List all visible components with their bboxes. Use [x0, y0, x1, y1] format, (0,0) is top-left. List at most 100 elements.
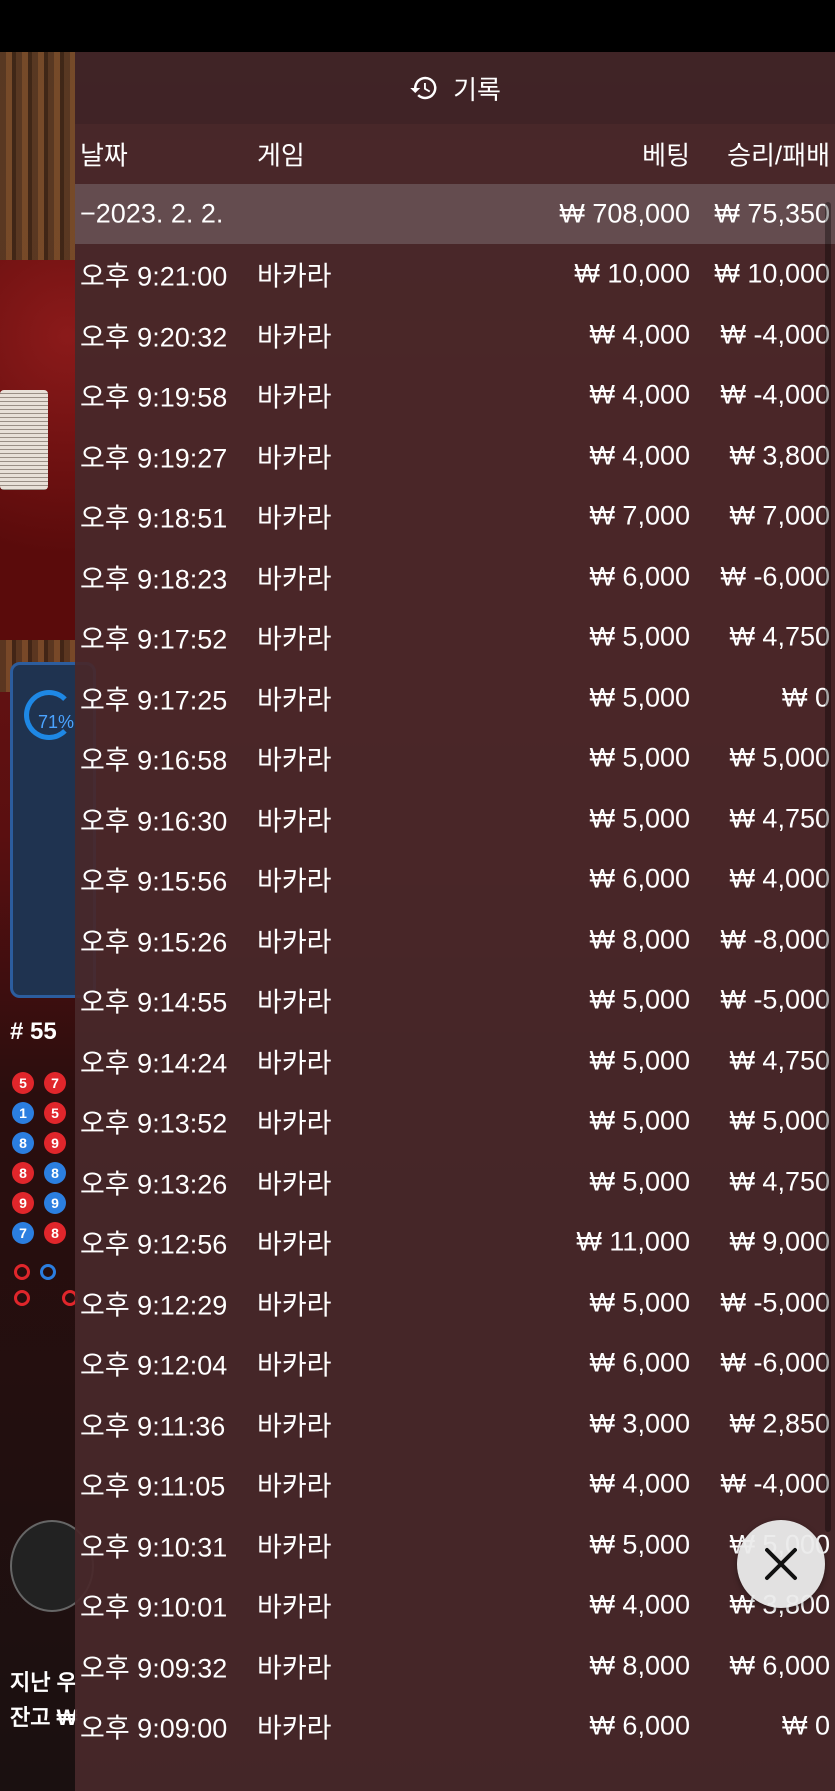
history-row[interactable]: 오후 9:20:32 바카라 ₩ 4,000 ₩ -4,000	[75, 305, 835, 365]
row-game: 바카라	[257, 1108, 332, 1139]
row-bet: ₩ 6,000	[589, 1347, 690, 1378]
row-game: 바카라	[257, 1532, 332, 1562]
row-time: 오후 9:09:00	[80, 1713, 228, 1744]
row-winloss: ₩ -4,000	[720, 379, 830, 410]
row-bet: ₩ 6,000	[589, 1710, 690, 1741]
row-game: 바카라	[257, 1653, 332, 1683]
history-row[interactable]: 오후 9:12:56 바카라 ₩ 11,000 ₩ 9,000	[75, 1212, 835, 1272]
row-time: 오후 9:10:31	[80, 1532, 228, 1562]
history-row[interactable]: 오후 9:09:32 바카라 ₩ 8,000 ₩ 6,000	[75, 1636, 835, 1696]
row-time: 오후 9:11:36	[80, 1411, 226, 1441]
bead-road-marker: 9	[44, 1132, 66, 1154]
history-modal: 기록 날짜 게임 베팅 승리/패배 −2023. 2. 2. ₩ 708,000…	[75, 52, 835, 1791]
row-bet: ₩ 6,000	[589, 863, 690, 894]
history-row[interactable]: 오후 9:17:52 바카라 ₩ 5,000 ₩ 4,750	[75, 607, 835, 667]
row-game: 바카라	[257, 382, 332, 413]
row-time: 오후 9:20:32	[80, 322, 228, 352]
row-game: 바카라	[257, 443, 332, 473]
history-row[interactable]: 오후 9:17:25 바카라 ₩ 5,000 ₩ 0	[75, 668, 835, 728]
card-shoe	[0, 390, 48, 490]
row-time: 오후 9:17:25	[80, 685, 228, 715]
bead-road-marker: 9	[44, 1192, 66, 1214]
history-row[interactable]: 오후 9:10:31바카라₩ 5,000₩ 5,000	[75, 1515, 835, 1575]
bead-road-marker: 7	[44, 1072, 66, 1094]
row-bet: ₩ 6,000	[589, 561, 690, 591]
history-row[interactable]: 오후 9:14:55 바카라 ₩ 5,000 ₩ -5,000	[75, 970, 835, 1030]
history-row[interactable]: 오후 9:16:30 바카라 ₩ 5,000 ₩ 4,750	[75, 789, 835, 849]
row-winloss: ₩ 2,850	[729, 1408, 830, 1438]
row-bet: ₩ 5,000	[589, 1529, 690, 1559]
bead-road-marker: 5	[44, 1102, 66, 1124]
row-winloss: ₩ 4,750	[729, 621, 830, 652]
row-game: 바카라	[257, 987, 332, 1018]
history-row[interactable]: 오후 9:18:51 바카라 ₩ 7,000 ₩ 7,000	[75, 486, 835, 546]
row-time: 오후 9:14:24	[80, 1048, 228, 1078]
bead-road-marker: 8	[12, 1162, 34, 1184]
history-row[interactable]: 오후 9:15:56 바카라 ₩ 6,000 ₩ 4,000	[75, 849, 835, 909]
history-row[interactable]: 오후 9:11:05 바카라 ₩ 4,000 ₩ -4,000	[75, 1454, 835, 1514]
row-time: 오후 9:12:29	[80, 1290, 228, 1320]
row-winloss: ₩ 10,000	[714, 258, 830, 289]
row-game: 바카라	[257, 624, 332, 655]
row-game: 바카라	[257, 564, 332, 594]
history-row[interactable]: 오후 9:10:01바카라₩ 4,000₩ 3,800	[75, 1575, 835, 1635]
close-icon	[765, 1548, 797, 1580]
history-row[interactable]: 오후 9:19:58 바카라 ₩ 4,000 ₩ -4,000	[75, 365, 835, 425]
row-bet: ₩ 4,000	[589, 440, 690, 470]
status-bar	[0, 0, 835, 52]
column-header-game: 게임	[257, 140, 305, 171]
history-row[interactable]: 오후 9:21:00 바카라 ₩ 10,000 ₩ 10,000	[75, 244, 835, 304]
big-road-marker	[14, 1264, 30, 1280]
date-group-row[interactable]: −2023. 2. 2. ₩ 708,000 ₩ 75,350	[75, 184, 835, 244]
bead-road-marker: 8	[44, 1162, 66, 1184]
row-time: 오후 9:12:56	[80, 1229, 228, 1260]
history-row[interactable]: 오후 9:14:24 바카라 ₩ 5,000 ₩ 4,750	[75, 1031, 835, 1091]
close-button[interactable]	[737, 1520, 825, 1608]
row-bet: ₩ 10,000	[574, 258, 690, 289]
scrollbar[interactable]	[825, 202, 831, 1532]
bead-road-marker: 8	[12, 1132, 34, 1154]
row-game: 바카라	[257, 1592, 332, 1623]
history-row[interactable]: 오후 9:19:27 바카라 ₩ 4,000 ₩ 3,800	[75, 426, 835, 486]
date-group-label: −2023. 2. 2.	[80, 198, 224, 229]
row-bet: ₩ 4,000	[589, 319, 690, 349]
row-winloss: ₩ -5,000	[720, 1287, 830, 1317]
row-winloss: ₩ -6,000	[720, 561, 830, 591]
row-game: 바카라	[257, 1169, 332, 1199]
row-game: 바카라	[257, 1290, 332, 1320]
date-group-bet-total: ₩ 708,000	[559, 198, 690, 229]
row-bet: ₩ 4,000	[589, 379, 690, 410]
bead-road-marker: 7	[12, 1222, 34, 1244]
history-row[interactable]: 오후 9:12:04 바카라 ₩ 6,000 ₩ -6,000	[75, 1333, 835, 1393]
row-winloss: ₩ 4,000	[729, 863, 830, 894]
history-row[interactable]: 오후 9:16:58 바카라 ₩ 5,000 ₩ 5,000	[75, 728, 835, 788]
history-row[interactable]: 오후 9:13:26 바카라 ₩ 5,000 ₩ 4,750	[75, 1152, 835, 1212]
row-time: 오후 9:13:52	[80, 1108, 228, 1139]
history-row[interactable]: 오후 9:18:23 바카라 ₩ 6,000 ₩ -6,000	[75, 547, 835, 607]
row-winloss: ₩ 6,000	[729, 1650, 830, 1680]
row-time: 오후 9:12:04	[80, 1350, 228, 1381]
row-bet: ₩ 5,000	[589, 621, 690, 652]
history-row[interactable]: 오후 9:12:29 바카라 ₩ 5,000 ₩ -5,000	[75, 1273, 835, 1333]
row-bet: ₩ 8,000	[589, 924, 690, 954]
row-winloss: ₩ 0	[781, 682, 830, 712]
row-time: 오후 9:18:51	[80, 503, 228, 534]
modal-header: 기록	[75, 52, 835, 124]
history-row[interactable]: 오후 9:09:00 바카라 ₩ 6,000 ₩ 0	[75, 1696, 835, 1756]
row-bet: ₩ 3,000	[589, 1408, 690, 1438]
row-bet: ₩ 5,000	[589, 682, 690, 712]
row-time: 오후 9:15:56	[80, 866, 228, 897]
row-bet: ₩ 5,000	[589, 742, 690, 773]
row-winloss: ₩ 4,750	[729, 1045, 830, 1075]
modal-title: 기록	[453, 74, 501, 105]
column-headers: 날짜 게임 베팅 승리/패배	[75, 124, 835, 184]
row-winloss: ₩ 0	[781, 1710, 830, 1741]
row-time: 오후 9:11:05	[80, 1471, 226, 1502]
history-row[interactable]: 오후 9:13:52 바카라 ₩ 5,000 ₩ 5,000	[75, 1091, 835, 1151]
history-row[interactable]: 오후 9:11:36 바카라 ₩ 3,000 ₩ 2,850	[75, 1394, 835, 1454]
column-header-winloss: 승리/패배	[727, 140, 830, 171]
row-game: 바카라	[257, 1048, 332, 1078]
row-time: 오후 9:13:26	[80, 1169, 228, 1199]
history-row[interactable]: 오후 9:15:26 바카라 ₩ 8,000 ₩ -8,000	[75, 910, 835, 970]
row-game: 바카라	[257, 322, 332, 352]
